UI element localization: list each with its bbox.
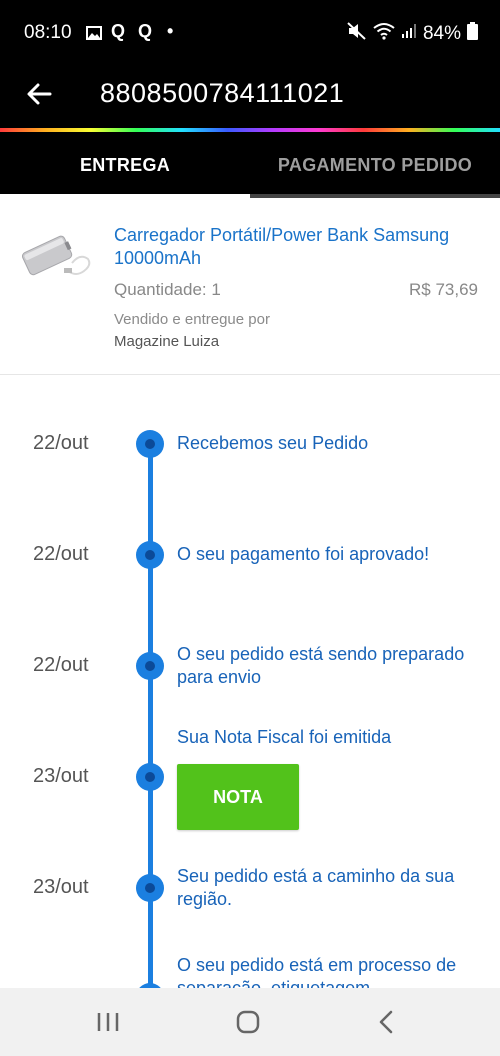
timeline-dot: [136, 652, 164, 680]
mute-icon: [347, 22, 367, 46]
battery-percent: 84%: [422, 23, 461, 44]
power-bank-image: [18, 225, 94, 283]
app-bar: 8808500784111021: [0, 66, 500, 128]
product-price: R$ 73,69: [409, 280, 478, 299]
timeline-event: O seu pedido está sendo preparado para e…: [177, 644, 465, 687]
back-arrow-icon[interactable]: [24, 78, 56, 110]
battery-icon: [467, 22, 478, 46]
timeline-dot: [136, 541, 164, 569]
timeline-date: 22/out: [33, 432, 89, 454]
timeline-event: Sua Nota Fiscal foi emitida: [177, 727, 392, 747]
timeline-event: Recebemos seu Pedido: [177, 433, 369, 453]
nota-button[interactable]: NOTA: [177, 764, 299, 830]
timeline-date: 22/out: [33, 654, 89, 676]
timeline-date: 23/out: [33, 876, 89, 898]
timeline-dot: [136, 874, 164, 902]
signal-icon: [401, 23, 417, 45]
wifi-icon: [373, 22, 395, 46]
timeline-event: O seu pagamento foi aprovado!: [177, 544, 430, 564]
status-right: 84%: [347, 22, 478, 46]
system-nav-bar: [0, 988, 500, 1056]
status-bar: 08:10 Q Q • 84%: [0, 0, 500, 66]
tab-entrega-label: ENTREGA: [79, 154, 171, 175]
timeline-date: 22/out: [33, 543, 89, 565]
timeline-date: 23/out: [33, 765, 89, 787]
product-card: Carregador Portátil/Power Bank Samsung 1…: [0, 198, 500, 375]
sold-by-label: Vendido e entregue por: [114, 311, 270, 328]
status-time: 08:10: [24, 22, 72, 43]
seller-name: Magazine Luiza: [114, 333, 220, 350]
timeline-line: [148, 442, 153, 988]
home-icon[interactable]: [231, 1005, 265, 1039]
q-notification-icon-2: Q: [138, 21, 153, 41]
tab-pagamento-label: PAGAMENTO PEDIDO: [277, 154, 473, 175]
gallery-notification-icon: [86, 24, 102, 45]
product-name-link[interactable]: Carregador Portátil/Power Bank Samsung 1…: [114, 224, 484, 270]
delivery-timeline: 22/out Recebemos seu Pedido 22/out O seu…: [0, 375, 500, 988]
timeline-dot: [136, 763, 164, 791]
product-quantity: Quantidade: 1: [114, 280, 221, 299]
tab-bar: ENTREGA PAGAMENTO PEDIDO: [0, 132, 500, 198]
timeline-event: O seu pedido está em processo de separaç…: [177, 955, 457, 988]
order-number-title: 8808500784111021: [100, 78, 345, 108]
recent-apps-icon[interactable]: [91, 1005, 125, 1039]
timeline-event: Seu pedido está a caminho da sua região.: [177, 866, 455, 909]
tab-entrega[interactable]: ENTREGA: [0, 132, 250, 198]
timeline-dot: [136, 430, 164, 458]
more-notifications-dot: •: [167, 21, 174, 41]
tab-pagamento-pedido[interactable]: PAGAMENTO PEDIDO: [250, 132, 500, 198]
back-nav-icon[interactable]: [370, 1005, 404, 1039]
q-notification-icon: Q: [111, 21, 126, 41]
